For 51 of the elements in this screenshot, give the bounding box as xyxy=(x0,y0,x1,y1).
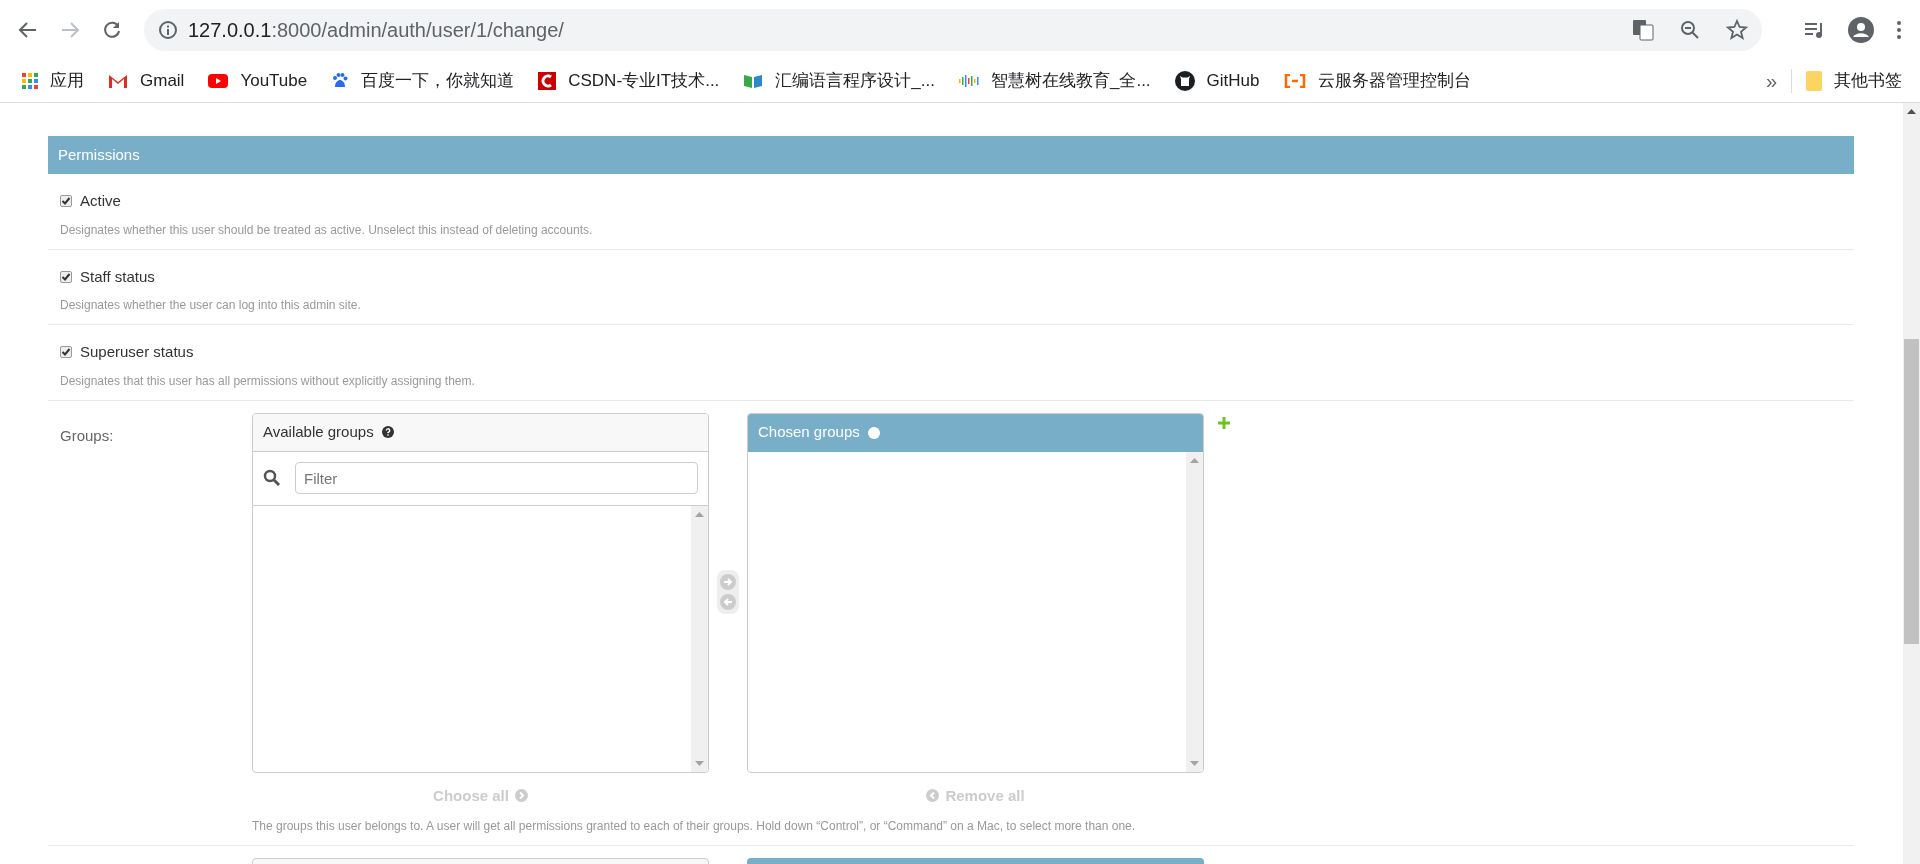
mail-icon xyxy=(108,73,128,89)
play-icon xyxy=(208,74,229,88)
address-bar[interactable]: 127.0.0.1:8000/admin/auth/user/1/change/ xyxy=(144,9,1762,51)
field-label: Groups: xyxy=(59,425,115,446)
star-icon[interactable] xyxy=(1726,19,1748,41)
checkbox[interactable] xyxy=(60,270,72,283)
bookmark[interactable]: CSDN-专业IT技术... xyxy=(538,68,720,94)
help-text: Designates whether this user should be treated as active. Unselect this instead of deleting accounts. xyxy=(60,221,594,239)
bookmark[interactable]: Gmail xyxy=(108,68,185,94)
help-text: Designates whether the user can log into this admin site. xyxy=(60,297,362,314)
page-scrollbar[interactable] xyxy=(1903,103,1920,864)
search-icon xyxy=(263,469,281,487)
arrow-left-icon xyxy=(926,789,940,803)
translate-icon[interactable] xyxy=(1632,19,1654,41)
checkbox-label: Staff status xyxy=(80,266,155,287)
bookmark[interactable]: 智慧树在线教育_全... xyxy=(958,68,1151,94)
bookmark[interactable]: 其他书签 xyxy=(1806,68,1902,94)
selector-title: Chosen groups xyxy=(748,413,1203,452)
info-icon[interactable] xyxy=(158,20,178,40)
grid-icon xyxy=(22,73,38,89)
bookmark[interactable]: 百度一下，你就知道 xyxy=(331,68,515,94)
scroll-thumb[interactable] xyxy=(1904,339,1919,644)
back-icon[interactable] xyxy=(18,20,38,40)
scroll-up-icon[interactable] xyxy=(1907,109,1916,114)
bookmark[interactable]: 应用 xyxy=(22,68,84,94)
avatar-icon[interactable] xyxy=(1848,17,1874,43)
bookmark[interactable]: 汇编语言程序设计_... xyxy=(743,68,935,94)
reload-icon[interactable] xyxy=(102,20,122,40)
book-icon xyxy=(743,73,764,89)
filter-field[interactable]: Filter xyxy=(295,462,698,494)
url-text: 127.0.0.1:8000/admin/auth/user/1/change/ xyxy=(188,18,564,43)
section-header: Permissions xyxy=(48,136,1854,174)
checkbox-label: Superuser status xyxy=(80,342,194,362)
selector-title: Available groups xyxy=(253,413,708,452)
folder-icon xyxy=(1806,71,1822,91)
c-logo-icon xyxy=(538,72,557,90)
checkbox-label: Active xyxy=(80,191,121,211)
arrow-right-icon xyxy=(514,789,528,803)
bookmark[interactable]: GitHub xyxy=(1174,68,1260,94)
bars-icon xyxy=(958,74,979,88)
bracket-icon xyxy=(1283,74,1306,88)
bookmark[interactable]: YouTube xyxy=(208,68,308,94)
zoom-out-icon[interactable] xyxy=(1680,20,1700,40)
checkbox[interactable] xyxy=(60,195,72,208)
more-bookmarks-button[interactable]: » xyxy=(1765,66,1777,96)
bookmark[interactable]: 云服务器管理控制台 xyxy=(1283,68,1471,94)
paw-icon xyxy=(331,72,350,90)
help-text: Designates that this user has all permissions without explicitly assigning them. xyxy=(60,372,476,390)
checkbox[interactable] xyxy=(60,346,72,359)
menu-icon[interactable] xyxy=(1896,20,1902,40)
help-text: The groups this user belongs to. A user will get all permissions granted to each of their groups. Hold down “Control”, or “Command” on a Mac, to select more than one. xyxy=(252,818,1137,835)
